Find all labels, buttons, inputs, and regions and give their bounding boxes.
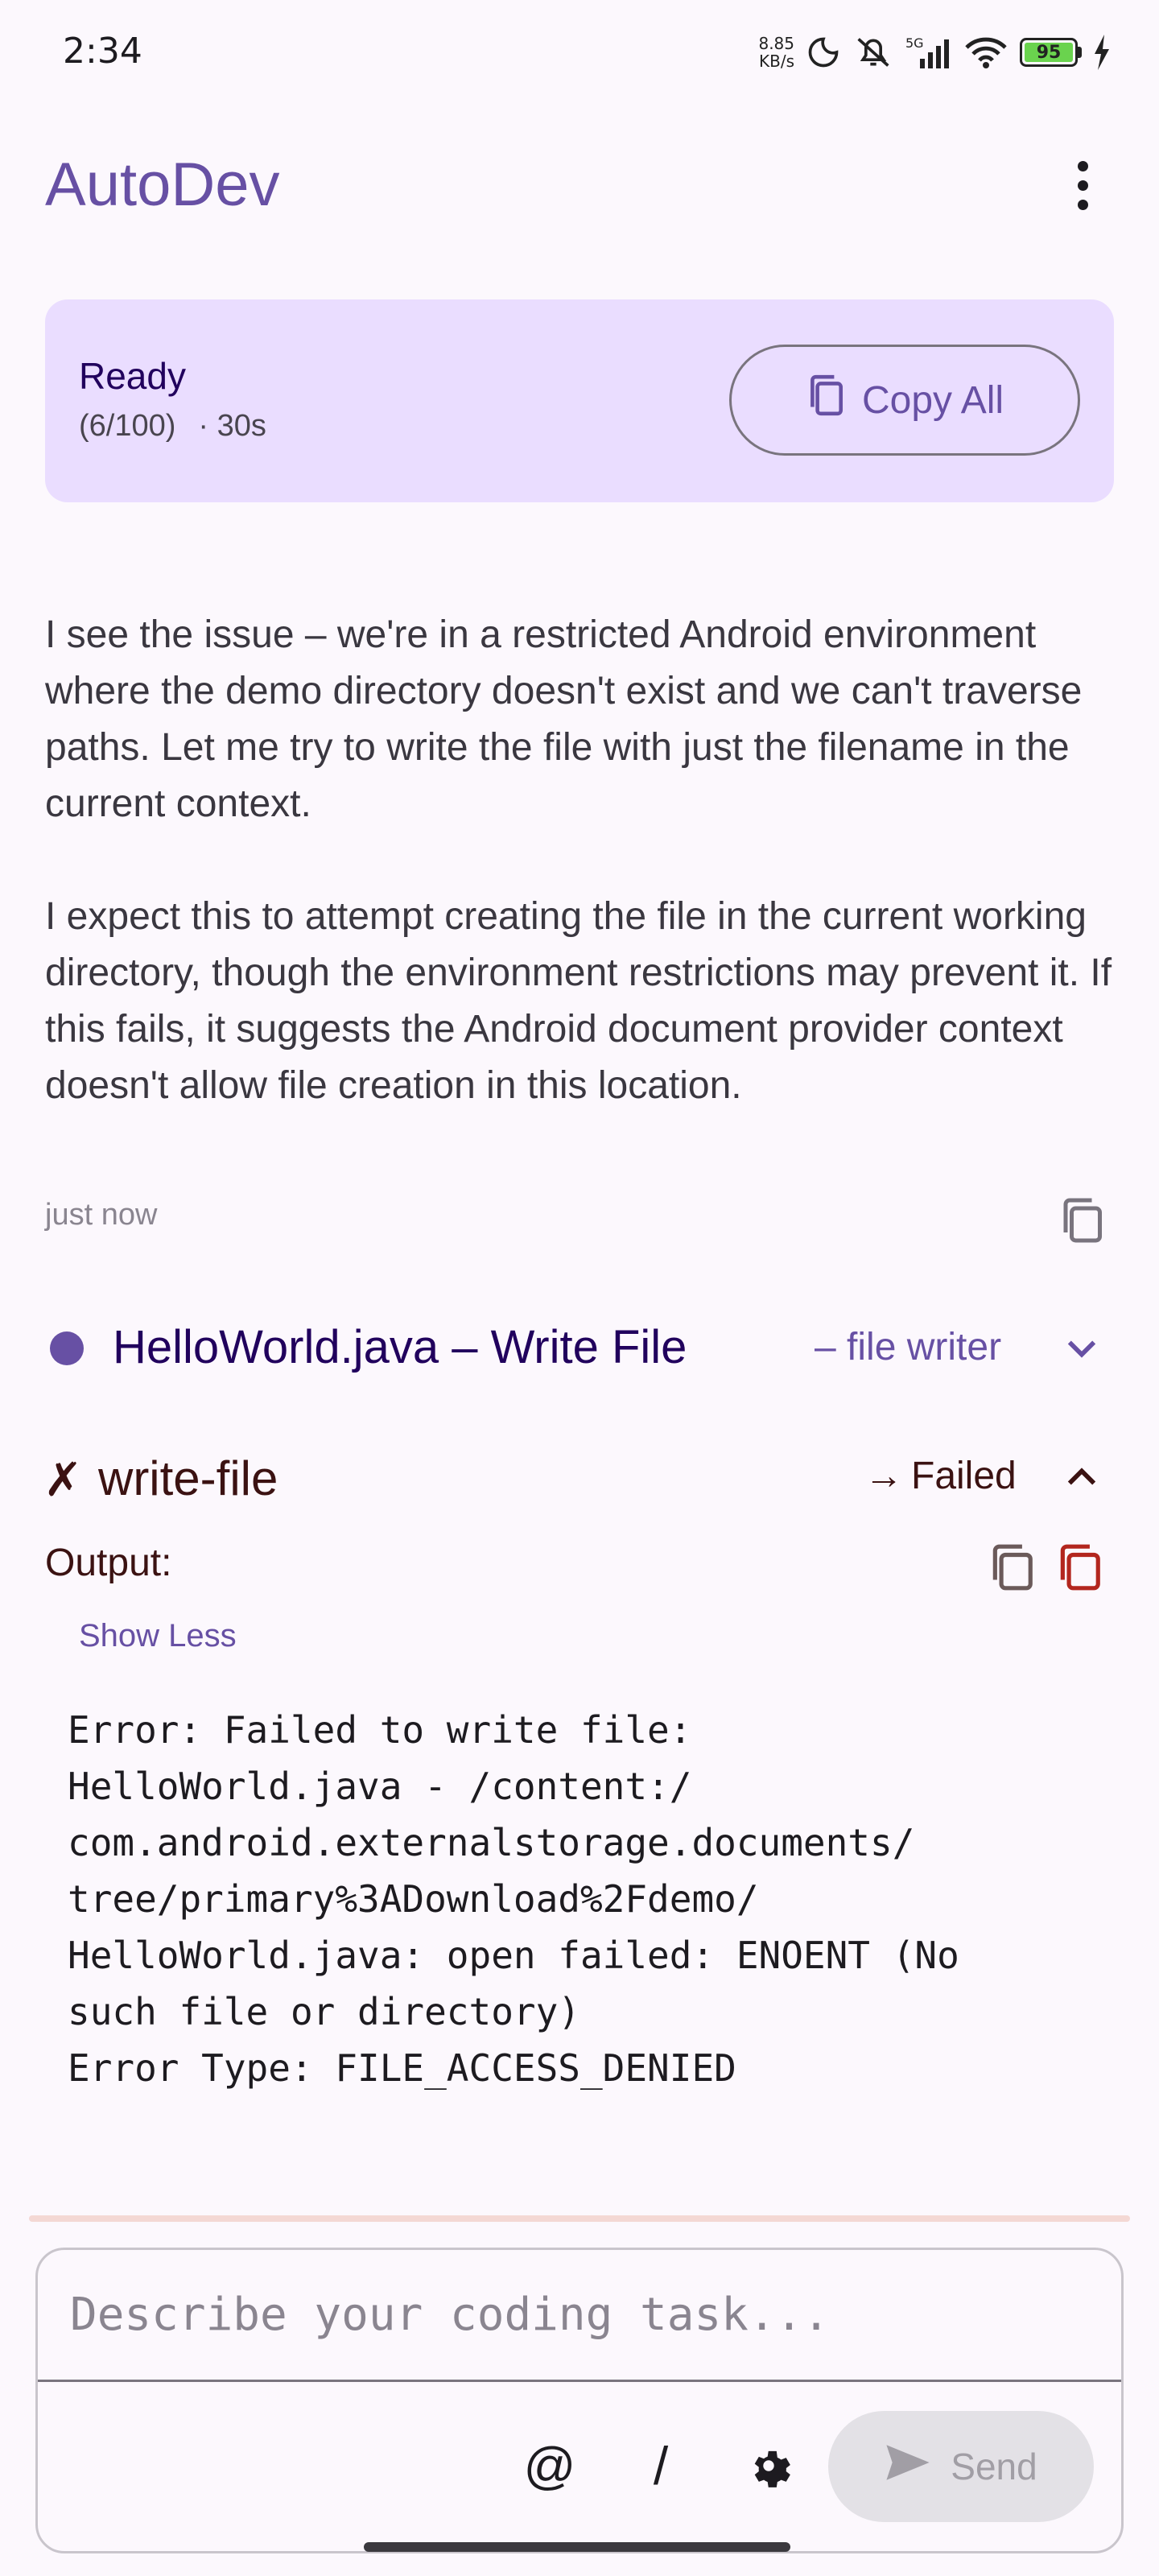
more-vert-icon[interactable] [1054, 153, 1111, 217]
mention-button[interactable]: @ [509, 2425, 590, 2506]
message-paragraph: I expect this to attempt creating the fi… [45, 895, 1112, 1107]
signal-icon: 5G [905, 35, 952, 70]
copy-all-label: Copy All [861, 378, 1004, 422]
status-time: 2:34 [63, 31, 142, 72]
copy-output-icon[interactable] [987, 1542, 1037, 1592]
status-label: Ready [79, 355, 186, 397]
send-button[interactable]: Send [828, 2411, 1094, 2522]
tool-subtitle: – file writer [815, 1326, 1002, 1368]
copy-error-icon[interactable] [1054, 1542, 1104, 1592]
message-timestamp: just now [45, 1198, 158, 1232]
network-label: 5G [905, 35, 924, 51]
home-indicator[interactable] [364, 2542, 790, 2552]
divider [29, 2215, 1130, 2222]
status-text: Failed [911, 1455, 1017, 1497]
wifi-icon [963, 35, 1008, 70]
net-speed-unit: KB/s [759, 52, 794, 71]
error-output: Error: Failed to write file: HelloWorld.… [68, 1708, 959, 2090]
composer-panel: @ / Send [35, 2248, 1124, 2553]
status-progress: (6/100) [79, 409, 176, 443]
copy-all-button[interactable]: Copy All [729, 345, 1080, 456]
gear-icon[interactable] [728, 2425, 809, 2506]
output-label: Output: [45, 1542, 172, 1584]
tool-title[interactable]: HelloWorld.java – Write File [113, 1320, 687, 1374]
charging-icon [1093, 35, 1111, 70]
battery-icon: 95 [1020, 38, 1082, 67]
app-title: AutoDev [45, 151, 280, 219]
tool-status-dot [50, 1331, 84, 1365]
status-card: Ready (6/100) · 30s Copy All [45, 299, 1114, 502]
status-meta: (6/100) · 30s [79, 409, 266, 444]
battery-level: 95 [1025, 43, 1073, 63]
failed-x-icon: ✗ [43, 1452, 83, 1507]
assistant-message: I see the issue – we're in a restricted … [45, 607, 1116, 1114]
copy-message-icon[interactable] [1058, 1196, 1106, 1245]
net-speed-value: 8.85 [758, 34, 794, 53]
show-less-link[interactable]: Show Less [79, 1618, 237, 1654]
tool-result-status: → Failed [864, 1454, 1017, 1498]
chevron-down-icon[interactable] [1061, 1327, 1103, 1368]
send-icon [885, 2442, 931, 2491]
net-speed: 8.85 KB/s [758, 35, 794, 70]
copy-icon [806, 374, 846, 427]
send-label: Send [951, 2446, 1037, 2487]
slash-command-button[interactable]: / [621, 2425, 701, 2506]
chevron-up-icon[interactable] [1061, 1457, 1103, 1499]
mute-icon [852, 35, 894, 70]
arrow-icon: → [864, 1455, 903, 1497]
moon-icon [806, 35, 841, 70]
tool-result-name: write-file [98, 1451, 278, 1505]
task-input[interactable] [38, 2250, 1121, 2382]
message-paragraph: I see the issue – we're in a restricted … [45, 613, 1083, 825]
status-icons: 8.85 KB/s 5G 95 [758, 24, 1111, 80]
status-elapsed: · 30s [198, 409, 266, 443]
